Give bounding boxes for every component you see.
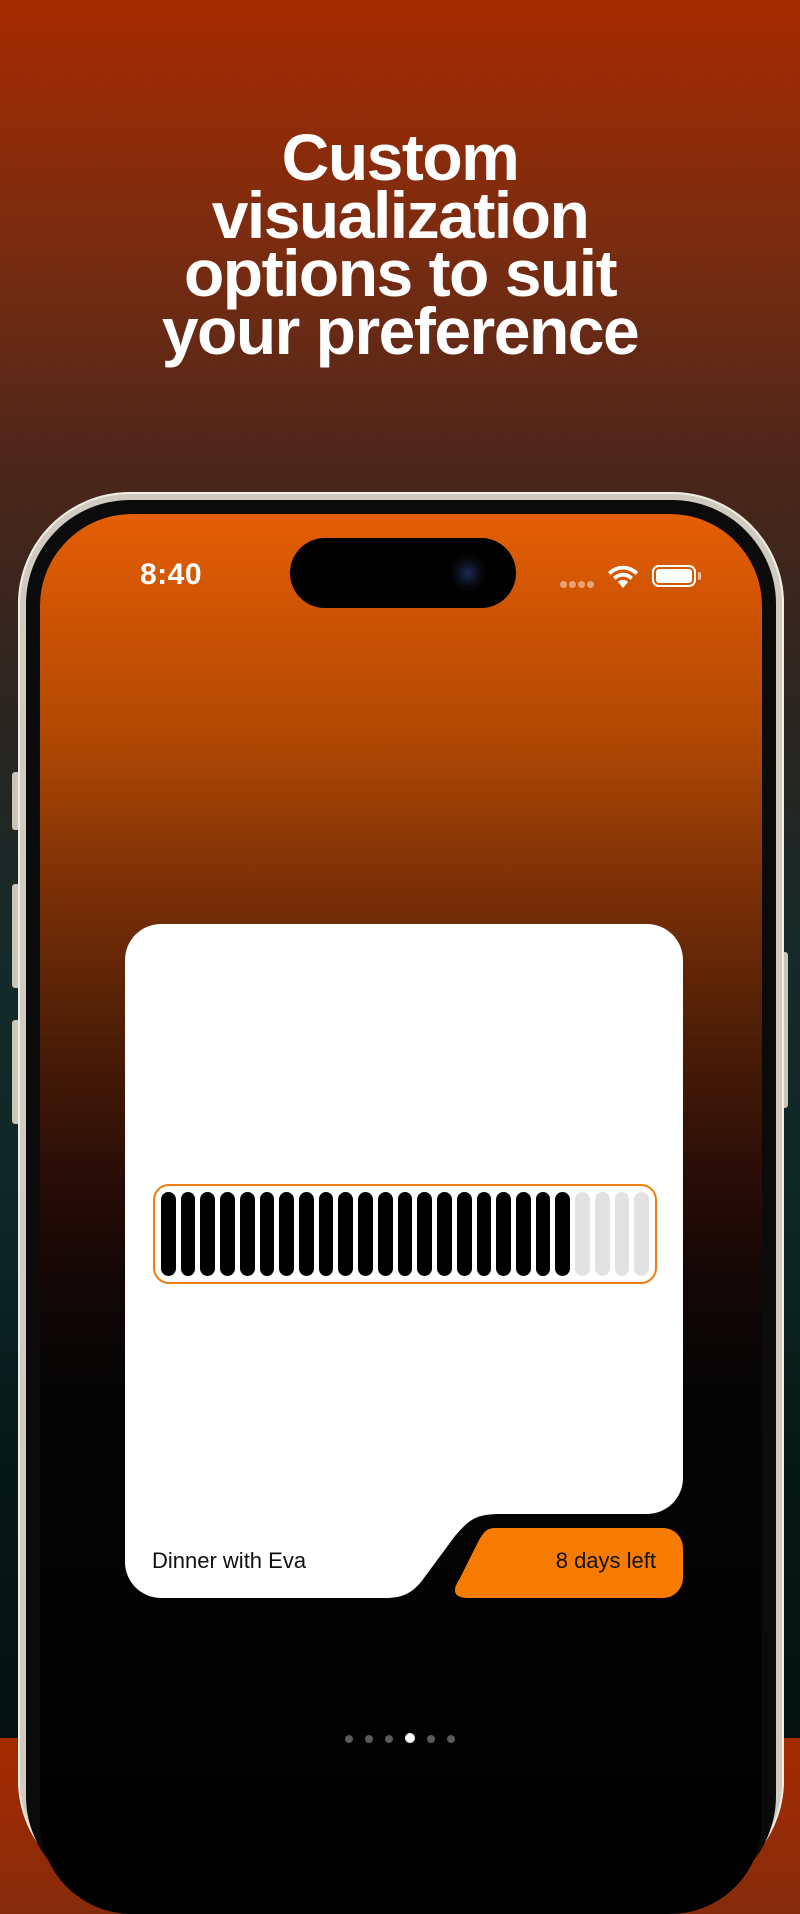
progress-segment-filled	[555, 1192, 571, 1276]
progress-segment-filled	[200, 1192, 216, 1276]
battery-icon	[652, 565, 696, 587]
camera-icon	[450, 555, 486, 591]
progress-segment-filled	[220, 1192, 235, 1276]
progress-segment-empty	[594, 1192, 610, 1276]
progress-segment-filled	[476, 1192, 492, 1276]
progress-segment-filled	[318, 1192, 334, 1276]
progress-segment-filled	[377, 1192, 393, 1276]
progress-bar	[153, 1184, 657, 1284]
page-indicator[interactable]	[0, 1730, 800, 1748]
progress-segment-filled	[358, 1192, 373, 1276]
cellular-signal-icon	[560, 575, 600, 588]
progress-segment-filled	[180, 1192, 196, 1276]
dynamic-island	[290, 538, 516, 608]
headline: Custom visualization options to suit you…	[0, 124, 800, 368]
progress-segment-filled	[417, 1192, 433, 1276]
progress-segment-filled	[535, 1192, 551, 1276]
page-dot[interactable]	[385, 1735, 393, 1743]
progress-segment-filled	[397, 1192, 413, 1276]
progress-segment-filled	[299, 1192, 314, 1276]
page-dot[interactable]	[345, 1735, 353, 1743]
countdown-widget[interactable]: Dinner with Eva 8 days left	[125, 924, 683, 1598]
event-title: Dinner with Eva	[152, 1548, 307, 1573]
battery-cap	[698, 572, 701, 580]
page-dot[interactable]	[427, 1735, 435, 1743]
headline-line: your preference	[161, 294, 640, 368]
progress-segment-filled	[259, 1192, 275, 1276]
progress-segment-filled	[338, 1192, 354, 1276]
progress-segment-empty	[634, 1192, 649, 1276]
progress-segment-filled	[239, 1192, 255, 1276]
page-dot[interactable]	[365, 1735, 373, 1743]
progress-segment-empty	[575, 1192, 590, 1276]
progress-segment-filled	[515, 1192, 531, 1276]
days-left-badge: 8 days left	[555, 1548, 656, 1573]
progress-segment-filled	[279, 1192, 295, 1276]
wifi-icon	[608, 565, 638, 588]
progress-segment-empty	[614, 1192, 630, 1276]
progress-segment-filled	[161, 1192, 176, 1276]
status-time: 8:40	[140, 558, 203, 591]
phone-screen: 8:40 Dinner with Eva 8 days left	[40, 514, 762, 1914]
page-dot[interactable]	[447, 1735, 455, 1743]
page-dot[interactable]	[405, 1733, 415, 1743]
progress-segment-filled	[437, 1192, 452, 1276]
progress-segment-filled	[456, 1192, 472, 1276]
progress-segment-filled	[496, 1192, 511, 1276]
